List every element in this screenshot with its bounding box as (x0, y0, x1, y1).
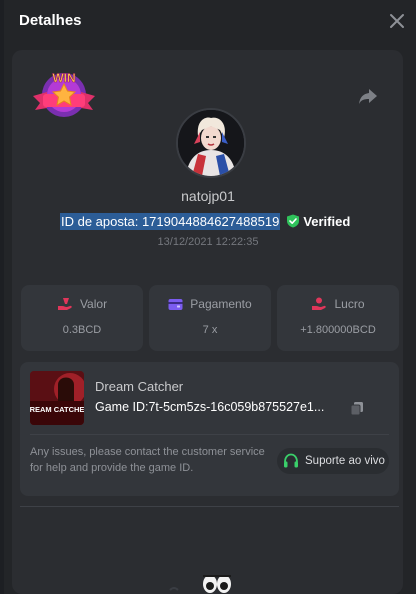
live-support-button[interactable]: Suporte ao vivo (277, 448, 389, 474)
stat-value: 0.3BCD (62, 324, 102, 336)
stat-label: Lucro (334, 297, 365, 311)
username: natojp01 (181, 188, 235, 204)
profit-hand-icon (312, 297, 327, 310)
mascot-eyes-icon (169, 575, 231, 593)
stat-lucro: Lucro +1.800000BCD (277, 285, 399, 351)
copy-icon[interactable] (350, 401, 364, 415)
stat-label: Valor (79, 297, 108, 311)
win-badge-icon: WIN (33, 71, 95, 117)
game-thumbnail-image: DREAM CATCHER (30, 371, 84, 425)
stat-label: Pagamento (190, 297, 252, 311)
close-icon[interactable] (388, 12, 406, 30)
divider (30, 434, 389, 435)
modal-title: Detalhes (19, 12, 82, 29)
bet-id-text[interactable]: ID de aposta: 1719044884627488519 (60, 212, 281, 230)
avatar (176, 108, 246, 178)
stat-valor: Valor 0.3BCD (21, 285, 143, 351)
stat-pagamento: Pagamento 7 x (149, 285, 271, 351)
avatar-image (178, 110, 244, 176)
game-name: Dream Catcher (95, 379, 184, 394)
divider (20, 506, 399, 507)
thumbnail-text: DREAM CATCHER (30, 405, 84, 414)
headset-icon (284, 453, 298, 468)
game-thumbnail[interactable]: DREAM CATCHER (30, 371, 84, 425)
bet-id-row: ID de aposta: 1719044884627488519 Verifi… (60, 211, 350, 231)
modal-header: Detalhes (4, 0, 416, 44)
wallet-icon (168, 298, 183, 310)
support-note: Any issues, please contact the customer … (30, 446, 265, 474)
verified-shield-icon (287, 214, 300, 228)
share-icon[interactable] (357, 86, 379, 106)
verified-label: Verified (303, 213, 351, 229)
win-badge-text: WIN (52, 71, 75, 85)
bet-date: 13/12/2021 12:22:35 (157, 236, 259, 248)
live-support-label: Suporte ao vivo (305, 455, 385, 467)
stat-value: +1.800000BCD (300, 324, 376, 336)
game-id-text: Game ID:7t-5cm5zs-16c059b875527e1... (95, 400, 325, 414)
money-hand-icon (57, 298, 72, 310)
stat-value: 7 x (202, 324, 218, 336)
game-info-box: DREAM CATCHER Dream Catcher Game ID:7t-5… (20, 362, 399, 496)
